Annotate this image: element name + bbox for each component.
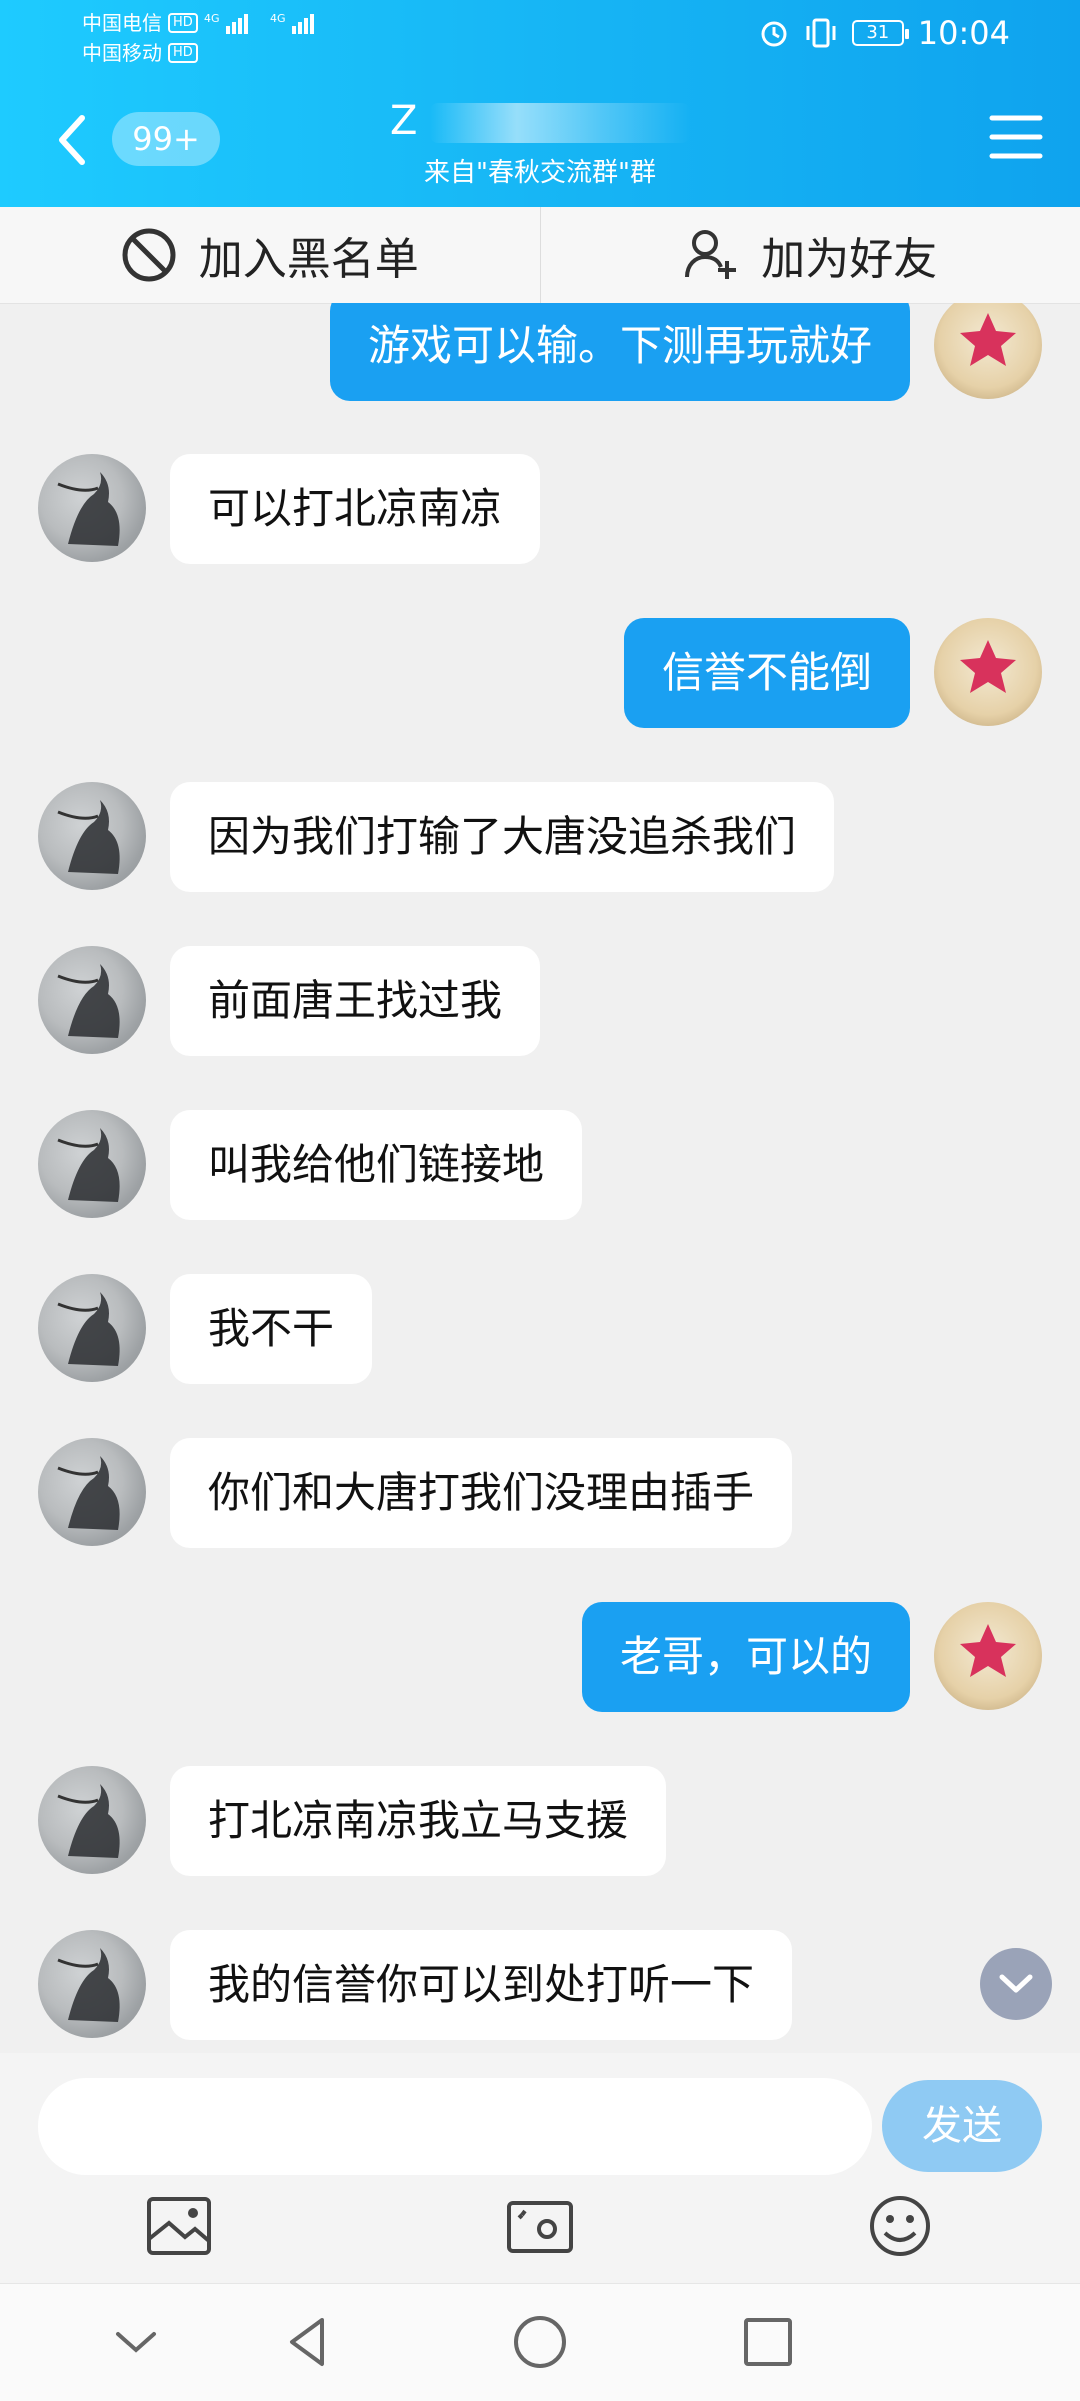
- nav-collapse-icon[interactable]: [104, 2310, 168, 2374]
- message-row: 老哥，可以的: [582, 1602, 1042, 1712]
- message-row: 我的信誉你可以到处打听一下: [38, 1930, 792, 2040]
- nav-back-icon[interactable]: [276, 2310, 340, 2374]
- carrier-1: 中国电信: [82, 8, 162, 38]
- emoji-icon[interactable]: [865, 2193, 935, 2259]
- message-row: 因为我们打输了大唐没追杀我们: [38, 782, 834, 892]
- friend-avatar[interactable]: [38, 1930, 146, 2038]
- friend-avatar[interactable]: [38, 782, 146, 890]
- clock: 10:04: [918, 14, 1010, 52]
- message-bubble[interactable]: 我的信誉你可以到处打听一下: [170, 1930, 792, 2040]
- nav-recents-icon[interactable]: [736, 2310, 800, 2374]
- nav-home-icon[interactable]: [508, 2310, 572, 2374]
- self-avatar[interactable]: [934, 303, 1042, 399]
- message-bubble[interactable]: 信誉不能倒: [624, 618, 910, 728]
- friend-avatar[interactable]: [38, 1110, 146, 1218]
- camera-icon[interactable]: [505, 2193, 575, 2259]
- chat-title-text: Z: [390, 98, 417, 144]
- message-bubble[interactable]: 叫我给他们链接地: [170, 1110, 582, 1220]
- message-row: 可以打北凉南凉: [38, 454, 540, 564]
- vibrate-icon: [804, 17, 838, 49]
- input-bar: 发送: [0, 2053, 1080, 2283]
- block-button[interactable]: 加入黑名单: [0, 207, 540, 303]
- friend-avatar[interactable]: [38, 1438, 146, 1546]
- message-row: 前面唐王找过我: [38, 946, 540, 1056]
- message-row: 信誉不能倒: [624, 618, 1042, 728]
- status-right: 31 10:04: [758, 14, 1010, 52]
- message-bubble[interactable]: 打北凉南凉我立马支援: [170, 1766, 666, 1876]
- chat-title: Z: [0, 98, 1080, 146]
- menu-icon[interactable]: [988, 112, 1044, 162]
- add-friend-button[interactable]: 加为好友: [540, 207, 1080, 303]
- message-bubble[interactable]: 因为我们打输了大唐没追杀我们: [170, 782, 834, 892]
- message-bubble[interactable]: 可以打北凉南凉: [170, 454, 540, 564]
- friend-avatar[interactable]: [38, 454, 146, 562]
- status-left: 中国电信 HD 4G 4G 中国移动 HD: [82, 8, 330, 68]
- message-input[interactable]: [38, 2078, 872, 2175]
- battery-icon: 31: [852, 20, 904, 46]
- message-row: 叫我给他们链接地: [38, 1110, 582, 1220]
- friend-avatar[interactable]: [38, 1766, 146, 1874]
- message-list[interactable]: 游戏可以输。下测再玩就好 可以打北凉南凉 信誉不能倒 因为我们打输了大唐没追杀我…: [0, 303, 1080, 2053]
- carrier-2: 中国移动: [82, 38, 162, 68]
- message-row: 游戏可以输。下测再玩就好: [330, 303, 1042, 401]
- message-bubble[interactable]: 你们和大唐打我们没理由插手: [170, 1438, 792, 1548]
- hd-badge-1: HD: [168, 13, 198, 33]
- friend-avatar[interactable]: [38, 946, 146, 1054]
- add-friend-icon: [683, 227, 739, 283]
- svg-text:4G: 4G: [204, 12, 220, 25]
- signal-icon-1: 4G: [204, 10, 264, 36]
- hd-badge-2: HD: [168, 43, 198, 63]
- message-bubble[interactable]: 老哥，可以的: [582, 1602, 910, 1712]
- message-bubble[interactable]: 我不干: [170, 1274, 372, 1384]
- message-row: 你们和大唐打我们没理由插手: [38, 1438, 792, 1548]
- message-bubble[interactable]: 游戏可以输。下测再玩就好: [330, 303, 910, 401]
- signal-icon-2: 4G: [270, 10, 330, 36]
- self-avatar[interactable]: [934, 1602, 1042, 1710]
- message-bubble[interactable]: 前面唐王找过我: [170, 946, 540, 1056]
- scroll-down-button[interactable]: [980, 1948, 1052, 2020]
- block-icon: [121, 227, 177, 283]
- add-friend-label: 加为好友: [761, 223, 937, 287]
- image-icon[interactable]: [145, 2193, 215, 2259]
- alarm-icon: [758, 17, 790, 49]
- friend-avatar[interactable]: [38, 1274, 146, 1382]
- system-nav-bar: [0, 2283, 1080, 2401]
- self-avatar[interactable]: [934, 618, 1042, 726]
- block-label: 加入黑名单: [199, 223, 419, 287]
- svg-text:4G: 4G: [270, 12, 286, 25]
- chat-subtitle: 来自"春秋交流群"群: [0, 152, 1080, 189]
- send-button[interactable]: 发送: [882, 2080, 1042, 2172]
- action-bar: 加入黑名单 加为好友: [0, 207, 1080, 304]
- chat-header: 中国电信 HD 4G 4G 中国移动 HD 31: [0, 0, 1080, 207]
- scroll-down-icon: [996, 1972, 1036, 1996]
- message-row: 打北凉南凉我立马支援: [38, 1766, 666, 1876]
- title-redaction: [430, 103, 690, 143]
- message-row: 我不干: [38, 1274, 372, 1384]
